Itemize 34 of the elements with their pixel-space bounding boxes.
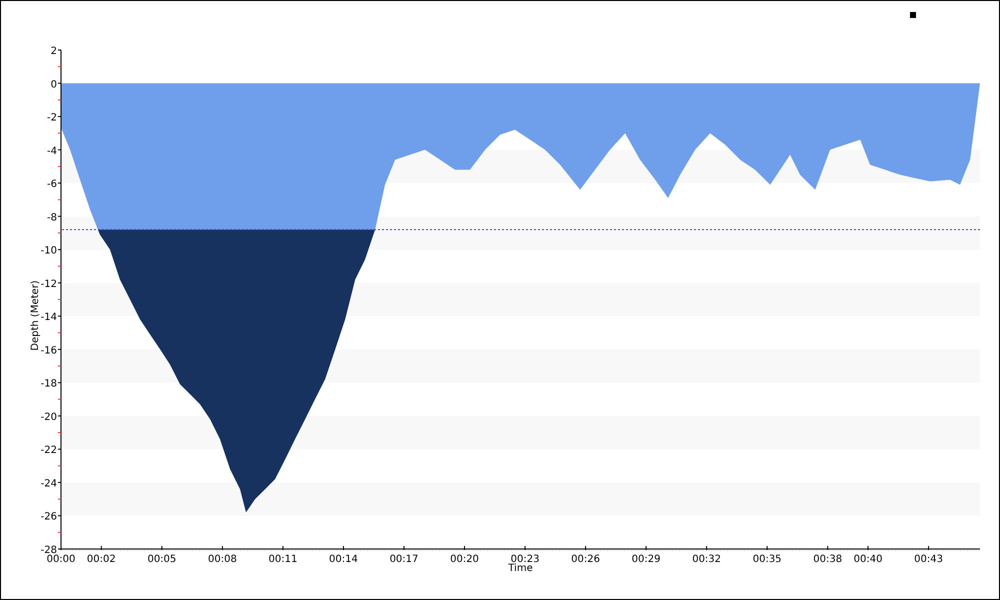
legend-marker-icon — [910, 12, 916, 18]
y-tick-label: 2 — [50, 46, 57, 57]
x-tick-label: 00:14 — [329, 554, 358, 565]
y-tick-label: -26 — [40, 512, 57, 523]
y-tick-label: -24 — [40, 478, 57, 490]
y-tick-label: -22 — [40, 445, 57, 456]
x-tick-label: 00:05 — [147, 554, 176, 565]
x-tick-label: 00:17 — [390, 554, 418, 565]
x-tick-label: 00:32 — [692, 554, 722, 565]
x-tick-label: 00:35 — [752, 554, 782, 565]
x-tick-label: 00:38 — [813, 554, 842, 565]
x-tick-label: 00:00 — [46, 554, 76, 565]
y-tick-label: -20 — [40, 412, 57, 423]
x-tick-label: 00:20 — [450, 554, 479, 565]
y-tick-label: -8 — [47, 212, 57, 224]
x-axis-title: Time — [508, 563, 533, 574]
y-tick-label: -12 — [40, 278, 57, 290]
y-axis-title: Depth (Meter) — [30, 280, 41, 351]
y-tick-label: -14 — [40, 312, 57, 324]
x-tick-label: 00:11 — [268, 554, 298, 565]
x-tick-label: 00:43 — [914, 554, 943, 565]
x-tick-label: 00:29 — [632, 554, 660, 565]
y-tick-label: -10 — [40, 246, 57, 257]
y-tick-label: -6 — [47, 179, 57, 190]
y-tick-label: -28 — [40, 545, 57, 556]
x-tick-label: 00:26 — [571, 554, 600, 565]
y-tick-label: -4 — [47, 146, 57, 157]
y-tick-label: -16 — [40, 345, 57, 356]
x-tick-label: 00:02 — [86, 554, 116, 565]
x-tick-label: 00:08 — [208, 554, 237, 565]
y-tick-label: -18 — [40, 378, 57, 390]
y-tick-label: 0 — [50, 79, 57, 90]
x-tick-label: 00:40 — [854, 554, 882, 565]
y-tick-label: -2 — [47, 112, 57, 124]
